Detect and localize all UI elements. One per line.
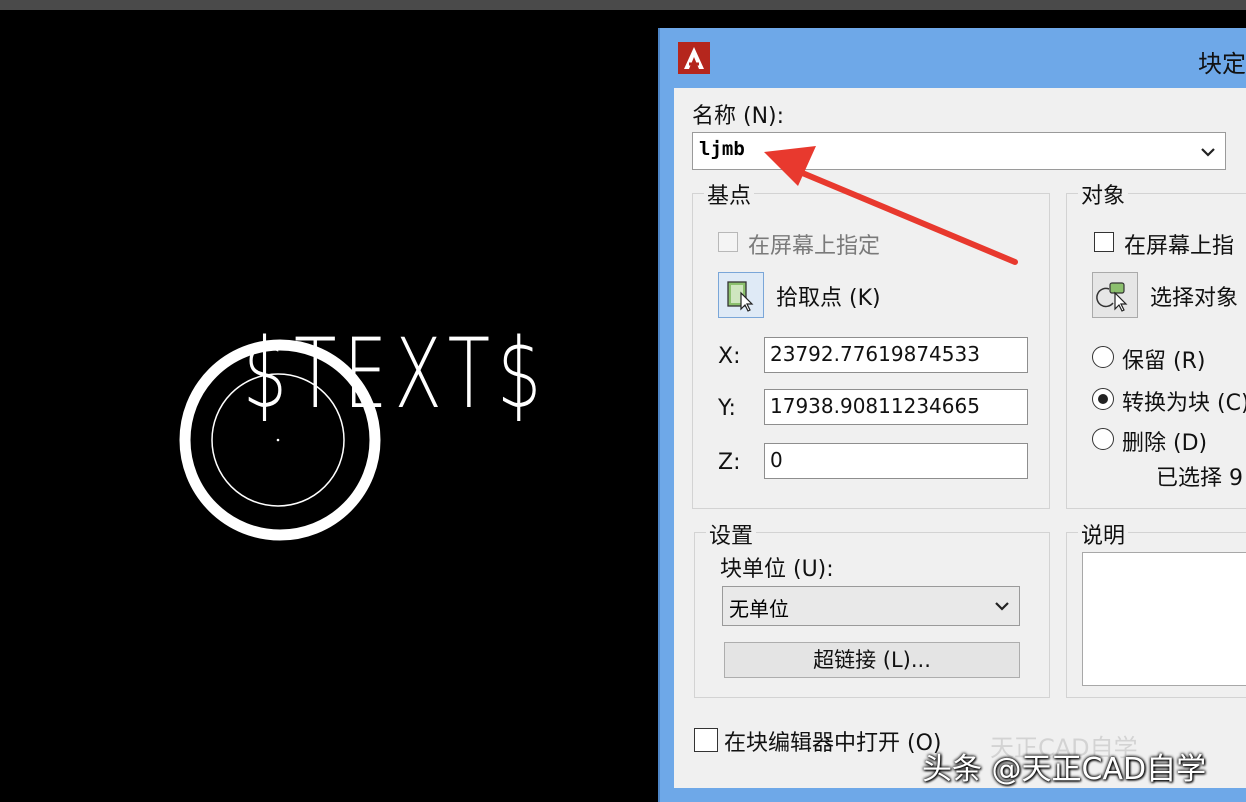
delete-label: 删除 (D) bbox=[1122, 431, 1208, 456]
objects-specify-on-screen-checkbox[interactable] bbox=[1094, 232, 1114, 252]
delete-radio[interactable] bbox=[1092, 428, 1114, 450]
y-input[interactable]: 17938.90811234665 bbox=[764, 389, 1028, 425]
retain-label: 保留 (R) bbox=[1122, 349, 1206, 374]
name-label: 名称 (N): bbox=[692, 104, 785, 129]
block-unit-value: 无单位 bbox=[729, 597, 789, 621]
pick-point-icon bbox=[727, 281, 754, 312]
convert-to-block-label: 转换为块 (C) bbox=[1122, 391, 1246, 416]
objects-specify-on-screen-label: 在屏幕上指 bbox=[1124, 234, 1235, 259]
objects-title: 对象 bbox=[1078, 178, 1129, 210]
select-objects-icon bbox=[1096, 282, 1128, 312]
settings-title: 设置 bbox=[706, 518, 757, 550]
convert-to-block-radio[interactable] bbox=[1092, 388, 1114, 410]
block-unit-label: 块单位 (U): bbox=[720, 557, 834, 582]
description-title: 说明 bbox=[1078, 518, 1129, 550]
open-in-block-editor-checkbox[interactable] bbox=[694, 728, 718, 752]
retain-radio[interactable] bbox=[1092, 346, 1114, 368]
dialog-title: 块定 bbox=[1198, 50, 1246, 78]
pick-point-button[interactable] bbox=[718, 272, 764, 318]
chevron-down-icon[interactable] bbox=[1199, 143, 1217, 161]
name-combobox[interactable]: ljmb bbox=[692, 132, 1226, 170]
hyperlink-button[interactable]: 超链接 (L)... bbox=[724, 642, 1020, 678]
select-objects-button[interactable] bbox=[1092, 272, 1138, 318]
description-textarea[interactable] bbox=[1082, 552, 1246, 686]
pick-point-label: 拾取点 (K) bbox=[776, 286, 881, 311]
attribute-text: $TEXT$ bbox=[243, 318, 549, 430]
z-input[interactable]: 0 bbox=[764, 443, 1028, 479]
center-point bbox=[276, 438, 280, 442]
base-point-title: 基点 bbox=[704, 178, 755, 210]
z-label: Z: bbox=[718, 450, 741, 475]
base-specify-on-screen-label: 在屏幕上指定 bbox=[748, 234, 881, 259]
top-strip bbox=[0, 0, 1246, 10]
y-label: Y: bbox=[718, 396, 736, 421]
open-in-block-editor-label: 在块编辑器中打开 (O) bbox=[724, 731, 942, 756]
chevron-down-icon[interactable] bbox=[993, 597, 1011, 615]
x-input[interactable]: 23792.77619874533 bbox=[764, 337, 1028, 373]
block-definition-dialog: 块定 名称 (N): ljmb 基点 在屏幕上指定 拾取点 (K) X: 237… bbox=[658, 28, 1246, 802]
watermark: 头条 @天正CAD自学 bbox=[922, 752, 1207, 787]
name-value: ljmb bbox=[699, 138, 745, 160]
selected-count: 已选择 9 bbox=[1156, 466, 1243, 491]
x-label: X: bbox=[718, 344, 741, 369]
select-objects-label: 选择对象 bbox=[1150, 286, 1239, 311]
cad-drawing-area[interactable]: $TEXT$ bbox=[0, 10, 658, 802]
dialog-titlebar: 块定 bbox=[660, 28, 1246, 88]
block-unit-select[interactable]: 无单位 bbox=[722, 586, 1020, 626]
dialog-client-area: 名称 (N): ljmb 基点 在屏幕上指定 拾取点 (K) X: 23792.… bbox=[674, 88, 1246, 788]
autocad-logo-icon bbox=[678, 42, 710, 74]
base-specify-on-screen-checkbox[interactable] bbox=[718, 232, 738, 252]
